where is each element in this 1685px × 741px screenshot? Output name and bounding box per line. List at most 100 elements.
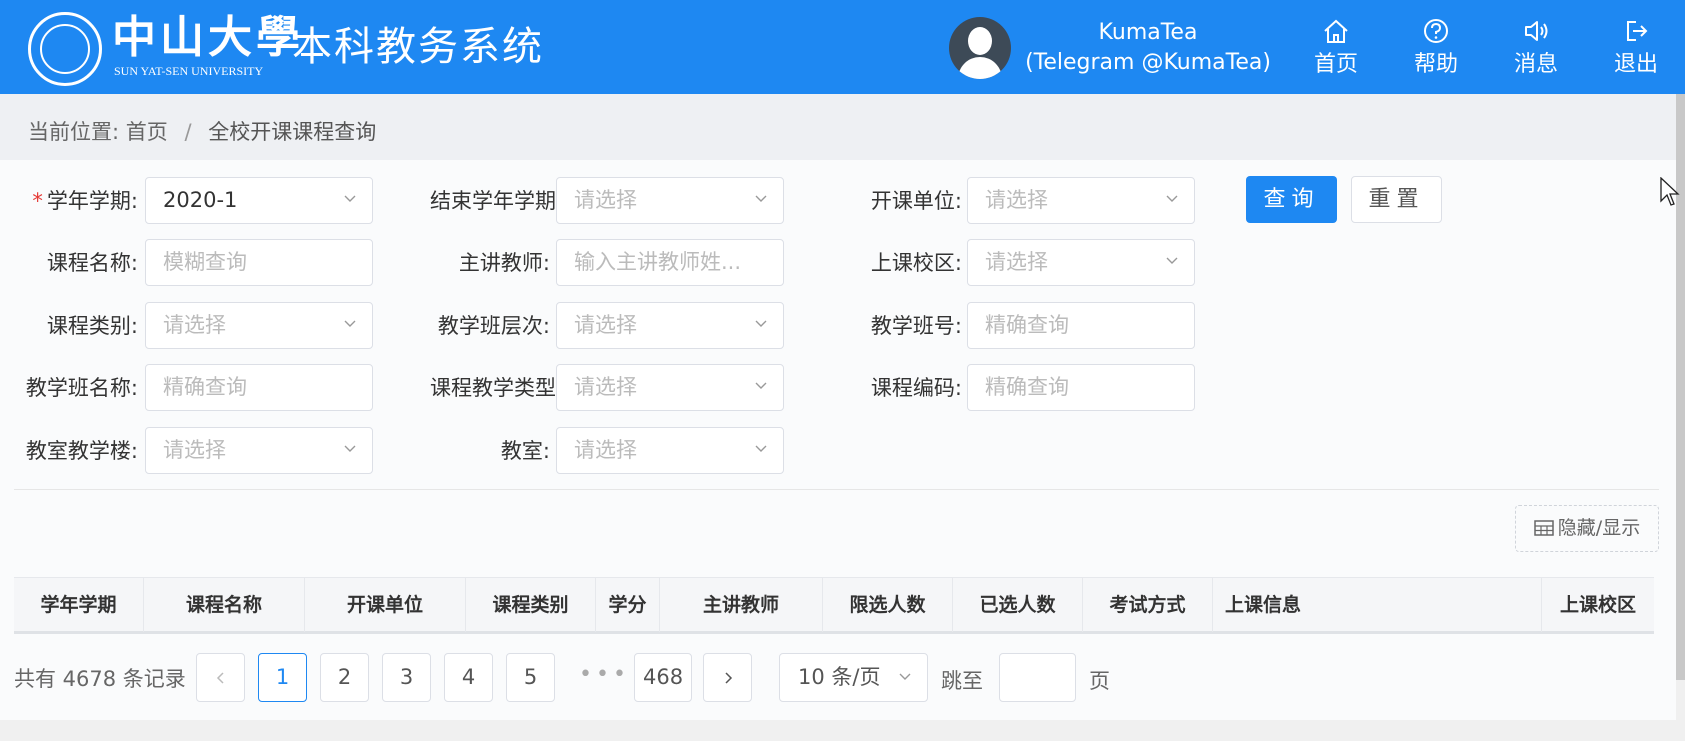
building-label: 教室教学楼: bbox=[25, 439, 138, 463]
term-select[interactable]: 2020-1 bbox=[145, 177, 373, 224]
class-level-label: 教学班层次: bbox=[437, 314, 550, 338]
classroom-label: 教室: bbox=[500, 439, 550, 463]
course-category-label: 课程类别: bbox=[46, 314, 138, 338]
nav-home-label: 首页 bbox=[1313, 52, 1358, 77]
jump-to-label: 跳至 bbox=[941, 669, 983, 693]
speaker-icon bbox=[1525, 21, 1548, 41]
nav-logout-label: 退出 bbox=[1613, 52, 1658, 77]
home-icon bbox=[1324, 19, 1348, 43]
chevron-down-icon bbox=[755, 445, 767, 452]
page-button-5[interactable]: 5 bbox=[506, 653, 555, 702]
nav-help-button[interactable]: 帮助 bbox=[1396, 18, 1476, 78]
class-number-label: 教学班号: bbox=[870, 314, 962, 338]
column-header[interactable]: 已选人数 bbox=[953, 578, 1083, 632]
jump-suffix-label: 页 bbox=[1089, 669, 1110, 693]
end-term-label: 结束学年学期 bbox=[430, 189, 556, 213]
nav-help-label: 帮助 bbox=[1413, 52, 1458, 77]
teaching-type-select[interactable]: 请选择 bbox=[556, 364, 784, 411]
system-title: 本科教务系统 bbox=[292, 24, 544, 70]
nav-message-button[interactable]: 消息 bbox=[1496, 18, 1576, 78]
jump-page-input[interactable] bbox=[999, 653, 1076, 702]
breadcrumb-prefix: 当前位置: bbox=[28, 120, 120, 144]
page-button-1[interactable]: 1 bbox=[258, 653, 307, 702]
logout-icon bbox=[1627, 21, 1648, 41]
chevron-right-icon bbox=[724, 672, 732, 684]
course-code-input[interactable]: 精确查询 bbox=[967, 364, 1195, 411]
teaching-type-label: 课程教学类型 bbox=[430, 376, 556, 400]
department-label: 开课单位: bbox=[870, 189, 962, 213]
class-number-input[interactable]: 精确查询 bbox=[967, 302, 1195, 349]
teacher-label: 主讲教师: bbox=[458, 251, 550, 275]
chevron-down-icon bbox=[755, 382, 767, 389]
page-button-last[interactable]: 468 bbox=[634, 653, 693, 702]
nav-logout-button[interactable]: 退出 bbox=[1596, 18, 1676, 78]
chevron-down-icon bbox=[755, 195, 767, 202]
classroom-select[interactable]: 请选择 bbox=[556, 427, 784, 474]
page-size-value: 10 条/页 bbox=[798, 665, 881, 689]
user-name-line1: KumaTea bbox=[1098, 20, 1198, 45]
form-divider bbox=[14, 489, 1659, 490]
user-name-line2: (Telegram @KumaTea) bbox=[1025, 50, 1271, 75]
chevron-down-icon bbox=[1166, 257, 1178, 264]
class-name-input[interactable]: 精确查询 bbox=[145, 364, 373, 411]
mouse-cursor-icon bbox=[1660, 177, 1680, 206]
user-name: KumaTea (Telegram @KumaTea) bbox=[1020, 18, 1276, 78]
column-header[interactable]: 主讲教师 bbox=[660, 578, 823, 632]
building-select[interactable]: 请选择 bbox=[145, 427, 373, 474]
department-select[interactable]: 请选择 bbox=[967, 177, 1195, 224]
top-header: 中山大學 SUN YAT-SEN UNIVERSITY 本科教务系统 KumaT… bbox=[0, 0, 1685, 94]
nav-home-button[interactable]: 首页 bbox=[1296, 18, 1376, 78]
term-label: * 学年学期: bbox=[32, 189, 138, 213]
campus-label: 上课校区: bbox=[870, 251, 962, 275]
page-size-select[interactable]: 10 条/页 bbox=[779, 653, 928, 702]
column-header[interactable]: 开课单位 bbox=[305, 578, 466, 632]
page-ellipsis[interactable]: ••• bbox=[579, 653, 630, 702]
breadcrumb-separator: / bbox=[184, 120, 192, 144]
breadcrumb: 当前位置: 首页 / 全校开课课程查询 bbox=[28, 116, 376, 146]
column-header[interactable]: 学分 bbox=[596, 578, 660, 632]
chevron-down-icon bbox=[344, 445, 356, 452]
class-level-select[interactable]: 请选择 bbox=[556, 302, 784, 349]
university-name-logo: 中山大學 bbox=[112, 12, 304, 63]
breadcrumb-home-link[interactable]: 首页 bbox=[126, 120, 168, 144]
column-header[interactable]: 学年学期 bbox=[14, 578, 144, 632]
column-header[interactable]: 上课信息 bbox=[1213, 578, 1542, 632]
page-button-4[interactable]: 4 bbox=[444, 653, 493, 702]
campus-select[interactable]: 请选择 bbox=[967, 239, 1195, 286]
required-mark: * bbox=[32, 189, 43, 213]
query-button[interactable]: 查询 bbox=[1246, 176, 1337, 223]
scrollbar-track bbox=[1676, 680, 1685, 741]
column-header[interactable]: 考试方式 bbox=[1083, 578, 1213, 632]
column-header[interactable]: 课程名称 bbox=[144, 578, 305, 632]
next-page-button[interactable] bbox=[703, 653, 752, 702]
column-header[interactable]: 上课校区 bbox=[1542, 578, 1654, 632]
column-toggle-button[interactable]: 隐藏/显示 bbox=[1515, 505, 1659, 552]
course-category-select[interactable]: 请选择 bbox=[145, 302, 373, 349]
column-toggle-label: 隐藏/显示 bbox=[1557, 517, 1641, 539]
column-header[interactable]: 限选人数 bbox=[823, 578, 953, 632]
table-icon bbox=[1534, 520, 1554, 536]
university-seal-logo bbox=[28, 12, 102, 86]
chevron-down-icon bbox=[1166, 195, 1178, 202]
chevron-down-icon bbox=[344, 195, 356, 202]
user-avatar[interactable] bbox=[949, 17, 1011, 79]
course-name-input[interactable]: 模糊查询 bbox=[145, 239, 373, 286]
page-button-2[interactable]: 2 bbox=[320, 653, 369, 702]
teacher-input[interactable]: 输入主讲教师姓... bbox=[556, 239, 784, 286]
chevron-down-icon bbox=[899, 673, 911, 680]
university-english-name: SUN YAT-SEN UNIVERSITY bbox=[114, 64, 264, 78]
course-code-label: 课程编码: bbox=[870, 376, 962, 400]
course-name-label: 课程名称: bbox=[46, 251, 138, 275]
end-term-select[interactable]: 请选择 bbox=[556, 177, 784, 224]
chevron-left-icon bbox=[216, 672, 224, 684]
nav-message-label: 消息 bbox=[1513, 52, 1558, 77]
page-button-3[interactable]: 3 bbox=[382, 653, 431, 702]
chevron-down-icon bbox=[344, 320, 356, 327]
table-header: 学年学期 课程名称 开课单位 课程类别 学分 主讲教师 限选人数 已选人数 考试… bbox=[14, 577, 1654, 634]
breadcrumb-current: 全校开课课程查询 bbox=[208, 120, 377, 144]
column-header[interactable]: 课程类别 bbox=[466, 578, 596, 632]
reset-button[interactable]: 重置 bbox=[1351, 176, 1442, 223]
class-name-label: 教学班名称: bbox=[25, 376, 138, 400]
breadcrumb-bar: 当前位置: 首页 / 全校开课课程查询 bbox=[0, 94, 1676, 160]
prev-page-button[interactable] bbox=[196, 653, 245, 702]
